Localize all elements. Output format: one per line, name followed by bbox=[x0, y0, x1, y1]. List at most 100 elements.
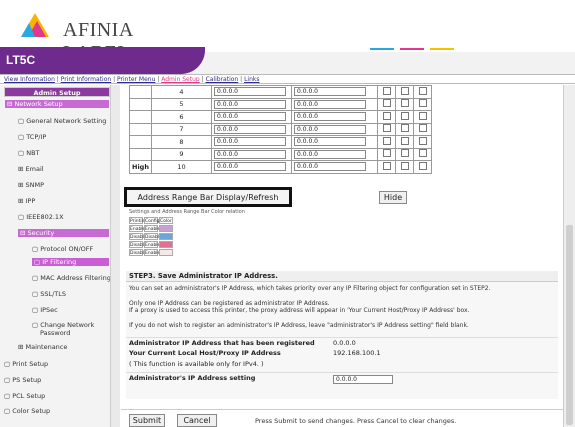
checkbox-cell bbox=[377, 135, 396, 149]
start-ip-cell: 0.0.0.0 bbox=[211, 97, 292, 111]
logo-triangles-icon bbox=[21, 13, 49, 37]
extra-checkbox[interactable] bbox=[418, 124, 427, 133]
printing-checkbox[interactable] bbox=[382, 111, 391, 120]
checkbox-cell bbox=[377, 122, 396, 136]
sidebar-item-general-network[interactable]: ▢ General Network Setting bbox=[18, 117, 106, 125]
table-row: 7 0.0.0.0 0.0.0.0 bbox=[129, 122, 432, 136]
sidebar-item-print-setup[interactable]: ▢ Print Setup bbox=[4, 360, 48, 368]
end-ip-input[interactable]: 0.0.0.0 bbox=[294, 124, 366, 134]
sidebar-item-mac-filtering[interactable]: ▢ MAC Address Filtering bbox=[32, 274, 111, 282]
config-checkbox[interactable] bbox=[400, 86, 409, 95]
step3-paragraph: Only one IP Address can be registered as… bbox=[129, 300, 330, 307]
printing-checkbox[interactable] bbox=[382, 149, 391, 158]
table-row: High 10 0.0.0.0 0.0.0.0 bbox=[129, 160, 432, 174]
extra-checkbox[interactable] bbox=[418, 161, 427, 170]
sidebar-item-ip-filtering[interactable]: ▢ IP Filtering bbox=[32, 258, 109, 266]
config-checkbox[interactable] bbox=[400, 99, 409, 108]
step3-title: STEP3. Save Administrator IP Address. bbox=[126, 271, 558, 282]
printing-checkbox[interactable] bbox=[382, 124, 391, 133]
sidebar-item-network-setup[interactable]: ⊟ Network Setup bbox=[5, 100, 109, 108]
printing-checkbox[interactable] bbox=[382, 161, 391, 170]
config-checkbox[interactable] bbox=[400, 124, 409, 133]
nav-links[interactable]: Links bbox=[244, 76, 259, 83]
checkbox-cell bbox=[377, 147, 396, 161]
legend-cell: Enable bbox=[129, 225, 146, 232]
sidebar-item-ipsec[interactable]: ▢ IPSec bbox=[32, 306, 58, 314]
step3-paragraph: If you do not wish to register an admini… bbox=[129, 322, 469, 329]
sidebar-item-ps-setup[interactable]: ▢ PS Setup bbox=[4, 376, 41, 384]
start-ip-cell: 0.0.0.0 bbox=[211, 110, 292, 124]
start-ip-input[interactable]: 0.0.0.0 bbox=[214, 137, 286, 147]
start-ip-input[interactable]: 0.0.0.0 bbox=[214, 87, 286, 97]
sidebar-item-ieee8021x[interactable]: ▢ IEEE802.1X bbox=[18, 213, 64, 221]
checkbox-cell bbox=[395, 110, 414, 124]
printing-checkbox[interactable] bbox=[382, 86, 391, 95]
end-ip-cell: 0.0.0.0 bbox=[291, 85, 378, 99]
legend-cell: Enable bbox=[144, 225, 161, 232]
sidebar-item-change-password[interactable]: ▢ Change Network bbox=[32, 321, 94, 329]
sidebar-item-protocol[interactable]: ▢ Protocol ON/OFF bbox=[32, 245, 93, 253]
footer-note: Press Submit to send changes. Press Canc… bbox=[255, 417, 457, 425]
current-ip-label: Your Current Local Host/Proxy IP Address bbox=[129, 349, 281, 357]
config-checkbox[interactable] bbox=[400, 161, 409, 170]
sidebar-item-email[interactable]: ⊞ Email bbox=[18, 165, 44, 173]
admin-ip-setting-row: Administrator's IP Address setting 0.0.0… bbox=[126, 372, 558, 385]
extra-checkbox[interactable] bbox=[418, 136, 427, 145]
sidebar-item-maintenance[interactable]: ⊞ Maintenance bbox=[18, 343, 67, 351]
end-ip-input[interactable]: 0.0.0.0 bbox=[294, 112, 366, 122]
end-ip-input[interactable]: 0.0.0.0 bbox=[294, 99, 366, 109]
sidebar-item-ipp[interactable]: ⊞ IPP bbox=[18, 197, 35, 205]
priority-cell bbox=[129, 97, 152, 111]
submit-button[interactable]: Submit bbox=[129, 414, 165, 427]
end-ip-input[interactable]: 0.0.0.0 bbox=[294, 149, 366, 159]
sidebar-item-password-line: Password bbox=[40, 329, 71, 337]
config-checkbox[interactable] bbox=[400, 111, 409, 120]
magenta-dash bbox=[400, 48, 424, 50]
model-name: LT5C bbox=[6, 53, 36, 67]
table-row: 6 0.0.0.0 0.0.0.0 bbox=[129, 110, 432, 124]
sidebar-item-tcpip[interactable]: ▢ TCP/IP bbox=[18, 133, 46, 141]
sidebar-item-nbt[interactable]: ▢ NBT bbox=[18, 149, 40, 157]
admin-ip-input[interactable]: 0.0.0.0 bbox=[333, 375, 393, 384]
config-checkbox[interactable] bbox=[400, 149, 409, 158]
sidebar-item-snmp[interactable]: ⊞ SNMP bbox=[18, 181, 44, 189]
start-ip-input[interactable]: 0.0.0.0 bbox=[214, 149, 286, 159]
sidebar-header[interactable]: Admin Setup bbox=[4, 87, 110, 97]
extra-checkbox[interactable] bbox=[418, 99, 427, 108]
extra-checkbox[interactable] bbox=[418, 111, 427, 120]
cancel-button[interactable]: Cancel bbox=[177, 414, 217, 427]
start-ip-input[interactable]: 0.0.0.0 bbox=[214, 162, 286, 172]
sidebar-item-security[interactable]: ⊟ Security bbox=[18, 229, 109, 237]
address-range-bar-button[interactable]: Address Range Bar Display/Refresh bbox=[124, 187, 292, 207]
step3-paragraph: If a proxy is used to access this printe… bbox=[129, 307, 470, 314]
checkbox-cell bbox=[395, 160, 414, 174]
extra-checkbox[interactable] bbox=[418, 149, 427, 158]
sidebar-item-ssl-tls[interactable]: ▢ SSL/TLS bbox=[32, 290, 66, 298]
row-number: 10 bbox=[151, 160, 212, 174]
end-ip-input[interactable]: 0.0.0.0 bbox=[294, 162, 366, 172]
checkbox-cell bbox=[413, 135, 432, 149]
registered-ip-value: 0.0.0.0 bbox=[333, 339, 356, 347]
scrollbar-thumb[interactable] bbox=[566, 225, 573, 425]
printing-checkbox[interactable] bbox=[382, 99, 391, 108]
start-ip-input[interactable]: 0.0.0.0 bbox=[214, 99, 286, 109]
sidebar-item-pcl-setup[interactable]: ▢ PCL Setup bbox=[4, 392, 45, 400]
start-ip-input[interactable]: 0.0.0.0 bbox=[214, 112, 286, 122]
end-ip-input[interactable]: 0.0.0.0 bbox=[294, 137, 366, 147]
start-ip-input[interactable]: 0.0.0.0 bbox=[214, 124, 286, 134]
main-scrollbar[interactable] bbox=[563, 85, 575, 427]
hide-button[interactable]: Hide bbox=[379, 191, 407, 204]
end-ip-input[interactable]: 0.0.0.0 bbox=[294, 87, 366, 97]
nav-printer-menu[interactable]: Printer Menu bbox=[117, 76, 155, 83]
nav-print-information[interactable]: Print Information bbox=[61, 76, 111, 83]
config-checkbox[interactable] bbox=[400, 136, 409, 145]
checkbox-cell bbox=[413, 110, 432, 124]
extra-checkbox[interactable] bbox=[418, 86, 427, 95]
sidebar-item-color-setup[interactable]: ▢ Color Setup bbox=[4, 407, 50, 415]
printing-checkbox[interactable] bbox=[382, 136, 391, 145]
nav-view-information[interactable]: View Information bbox=[4, 76, 55, 83]
nav-admin-setup[interactable]: Admin Setup bbox=[161, 76, 200, 83]
admin-ip-setting-label: Administrator's IP Address setting bbox=[129, 374, 256, 382]
sidebar-scrollbar[interactable] bbox=[110, 85, 120, 427]
nav-calibration[interactable]: Calibration bbox=[206, 76, 239, 83]
